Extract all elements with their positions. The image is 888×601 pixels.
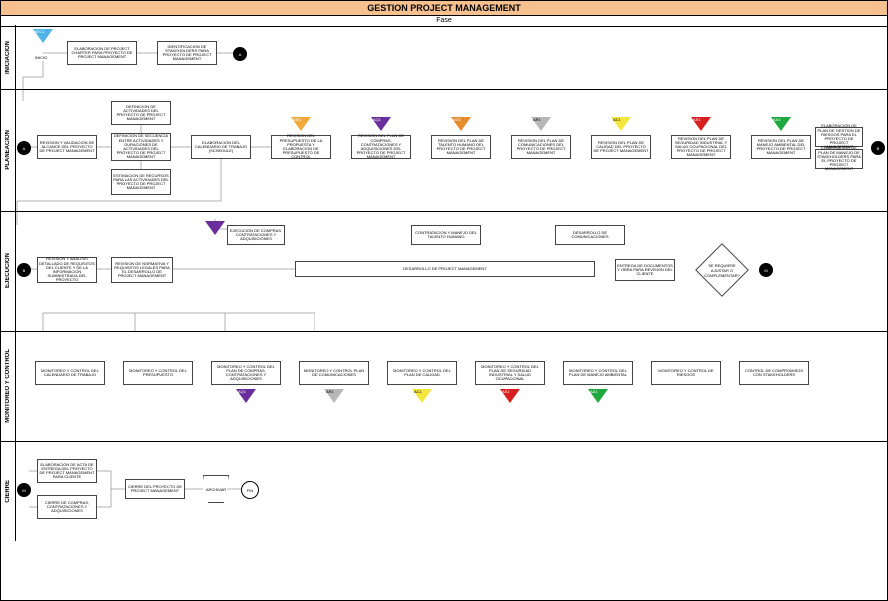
signal-gray-label: AR1	[533, 117, 541, 122]
lane-body-ejecucion: B REVISION Y ANALISIS DETALLADO DE REQUI…	[15, 211, 887, 331]
box-p1: REVISION Y VALIDACION DE ALCANCE DEL PRO…	[37, 135, 97, 159]
lane-monitoreo: MONITOREO Y CONTROL MONITOREO Y CONTROL …	[1, 331, 887, 442]
start-signal-label: AEC1	[34, 29, 44, 34]
title-bar: GESTION PROJECT MANAGEMENT	[1, 1, 887, 16]
connector-B-end: B	[871, 141, 885, 155]
box-m8: MONITOREO Y CONTROL DE RIESGOS	[651, 361, 721, 385]
box-m2: MONITOREO Y CONTROL DEL PRESUPUESTO	[123, 361, 193, 385]
box-m9: CONTROL DE COMPROMISOS CON STAKEHOLDERS	[739, 361, 809, 385]
connector-M-end: M	[759, 263, 773, 277]
box-m6: MONITOREO Y CONTROL DEL PLAN DE SEGURIDA…	[475, 361, 545, 385]
box-p7: REVISION DEL PLAN DE COMPRAS, CONTRATACI…	[351, 135, 411, 159]
box-p11: REVISION DEL PLAN DE SEGURIDAD INDUSTRIA…	[671, 135, 731, 159]
lane-label-planeacion: PLANEACION	[1, 89, 16, 211]
lane-body-planeacion: A REVISION Y VALIDACION DE ALCANCE DEL P…	[15, 89, 887, 211]
box-p3: DEFINICION DE SECUENCIA ENTRE ACTIVIDADE…	[111, 133, 171, 161]
lane-planeacion: PLANEACION A REVISION Y VALIDACION DE AL…	[1, 89, 887, 212]
box-p6: REVISION DEL PRESUPUESTO DE LA PROPUESTA…	[271, 135, 331, 159]
lane-ejecucion: EJECUCION B REVISION Y ANALISIS DETALLAD…	[1, 211, 887, 332]
signal-violet-label: AQ1	[373, 117, 381, 122]
end-node: FIN	[241, 481, 259, 499]
signal-m-red-label: AS1	[502, 389, 510, 394]
box-archive: ARCHIVAR	[203, 475, 229, 503]
title-text: GESTION PROJECT MANAGEMENT	[367, 3, 521, 13]
signal-orange-label: AO1	[453, 117, 461, 122]
box-c1: ELABORACION DE ACTA DE ENTREGA DEL PROYE…	[37, 459, 97, 483]
signal-m-violet-label: AQ1	[238, 389, 246, 394]
lane-iniciacion: INICIACION AEC1 INICIO ELABORACION DE PR…	[1, 25, 887, 90]
box-e5: DESARROLLO DE COMUNICACIONES	[555, 225, 625, 245]
box-p14: ELABORACION DE PLAN DE MANEJO DE STAKEHO…	[815, 149, 863, 169]
box-c3: CIERRE DEL PROYECTO DE PROJECT MANAGEMEN…	[125, 479, 185, 499]
start-label: INICIO	[35, 55, 47, 60]
box-p4: ESTIMACION DE RECURSOS PARA LAS ACTIVIDA…	[111, 169, 171, 195]
box-m7: MONITOREO Y CONTROL DEL PLAN DE MANEJO A…	[563, 361, 633, 385]
box-e3: EJECUCION DE COMPRAS, CONTRATACIONES Y A…	[227, 225, 285, 245]
box-c2: CIERRE DE COMPRAS, CONTRATACIONES Y ADQU…	[37, 495, 97, 519]
subtitle-text: Fase	[436, 17, 452, 24]
signal-amber-label: AM1	[293, 117, 301, 122]
signal-m-yellow-label: AC1	[414, 389, 422, 394]
box-e4: CONTRATACION Y MANEJO DEL TALENTO HUMANO	[411, 225, 481, 245]
box-m3: MONITOREO Y CONTROL DEL PLAN DE COMPRAS,…	[211, 361, 281, 385]
lane-body-iniciacion: AEC1 INICIO ELABORACION DE PROJECT CHART…	[15, 25, 887, 89]
connector-A-end: A	[233, 47, 247, 61]
swimlanes: INICIACION AEC1 INICIO ELABORACION DE PR…	[1, 25, 887, 600]
signal-red-label: AS1	[693, 117, 701, 122]
box-p13: ELABORACION DE PLAN DE GESTION DE RIESGO…	[815, 127, 863, 147]
box-e2: REVISION DE NORMATIVA Y REQUISITOS LEGAL…	[111, 257, 173, 283]
signal-green-label: AA1	[773, 117, 781, 122]
signal-m-green-label: AA1	[590, 389, 598, 394]
box-project-charter: ELABORACION DE PROJECT CHARTER PARA PROY…	[67, 41, 137, 65]
connector-A-start: A	[17, 141, 31, 155]
lane-body-cierre: M ELABORACION DE ACTA DE ENTREGA DEL PRO…	[15, 441, 887, 541]
decision-d1: SE REQUIERE AJUSTAR O COMPLEMENTAR?	[695, 243, 749, 297]
box-stakeholders: IDENTIFICACION DE STAKEHOLDERS PARA PROY…	[157, 41, 217, 65]
box-p12: REVISION DEL PLAN DE MANEJO AMBIENTAL DE…	[751, 135, 811, 159]
box-m1: MONITOREO Y CONTROL DEL CALENDARIO DE TR…	[35, 361, 105, 385]
signal-m-gray-label: AR1	[326, 389, 334, 394]
lane-label-ejecucion: EJECUCION	[1, 211, 16, 331]
box-p9: REVISION DEL PLAN DE COMUNICACIONES DEL …	[511, 135, 571, 159]
box-p8: REVISION DEL PLAN DE TALENTO HUMANO DEL …	[431, 135, 491, 159]
box-m5: MONITOREO Y CONTROL DEL PLAN DE CALIDAD	[387, 361, 457, 385]
diagram-container: GESTION PROJECT MANAGEMENT Fase INICIACI…	[0, 0, 888, 601]
box-m4: MONITOREO Y CONTROL PLAN DE COMUNICACION…	[299, 361, 369, 385]
signal-yellow-label: AC1	[613, 117, 621, 122]
connector-B-start: B	[17, 263, 31, 277]
lane-label-monitoreo: MONITOREO Y CONTROL	[1, 331, 16, 441]
lane-label-cierre: CIERRE	[1, 441, 16, 541]
box-p5: ELABORACION DEL CALENDARIO DE TRABAJO (S…	[191, 135, 251, 159]
lane-label-iniciacion: INICIACION	[1, 25, 16, 89]
box-e1: REVISION Y ANALISIS DETALLADO DE REQUISI…	[37, 257, 97, 283]
box-p2: DEFINICION DE ACTIVIDADES DEL PROYECTO D…	[111, 101, 171, 125]
signal-e-violet-icon	[205, 221, 225, 235]
lane-cierre: CIERRE M ELABORACION DE ACTA DE ENTREGA …	[1, 441, 887, 541]
lane-body-monitoreo: MONITOREO Y CONTROL DEL CALENDARIO DE TR…	[15, 331, 887, 441]
box-p10: REVISION DEL PLAN DE CALIDAD DEL PROYECT…	[591, 135, 651, 159]
box-e7: ENTREGA DE DOCUMENTOS Y OBRA PARA REVISI…	[615, 259, 675, 281]
box-e6: DESARROLLO DE PROJECT MANAGEMENT	[295, 261, 595, 277]
connector-M-start: M	[17, 483, 31, 497]
